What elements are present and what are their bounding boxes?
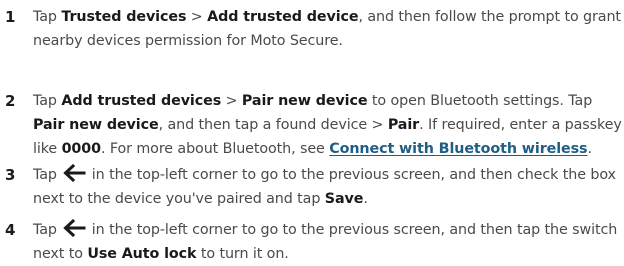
step-4: 4 Tap in the top-left corner to go to th… [0, 218, 624, 266]
step-text: Tap in the top-left corner to go to the … [33, 163, 624, 211]
ui-label-pair-new-device: Pair new device [241, 93, 368, 109]
step-text: Tap in the top-left corner to go to the … [33, 218, 624, 266]
back-arrow-icon [62, 163, 86, 183]
step-text: Tap Trusted devices > Add trusted device… [33, 9, 621, 49]
bluetooth-help-link[interactable]: Connect with Bluetooth wireless [329, 141, 587, 157]
passkey-value: 0000 [61, 141, 102, 157]
step-number: 4 [5, 221, 16, 239]
ui-label-pair-new-device: Pair new device [33, 117, 159, 133]
step-number: 3 [5, 166, 16, 184]
ui-label-pair: Pair [387, 117, 420, 133]
ui-label-trusted-devices: Trusted devices [61, 9, 187, 25]
step-2: 2 Tap Add trusted devices > Pair new dev… [0, 89, 624, 161]
step-number: 1 [5, 8, 16, 26]
ui-label-add-trusted-device: Add trusted device [207, 9, 359, 25]
step-text: Tap Add trusted devices > Pair new devic… [33, 93, 622, 157]
instruction-steps: 1 Tap Trusted devices > Add trusted devi… [0, 0, 624, 264]
step-1: 1 Tap Trusted devices > Add trusted devi… [0, 5, 624, 53]
step-number: 2 [5, 92, 16, 110]
ui-label-save: Save [324, 191, 364, 207]
step-3: 3 Tap in the top-left corner to go to th… [0, 163, 624, 211]
back-arrow-icon [62, 218, 86, 238]
ui-label-add-trusted-devices: Add trusted devices [61, 93, 222, 109]
ui-label-use-auto-lock: Use Auto lock [87, 246, 197, 262]
